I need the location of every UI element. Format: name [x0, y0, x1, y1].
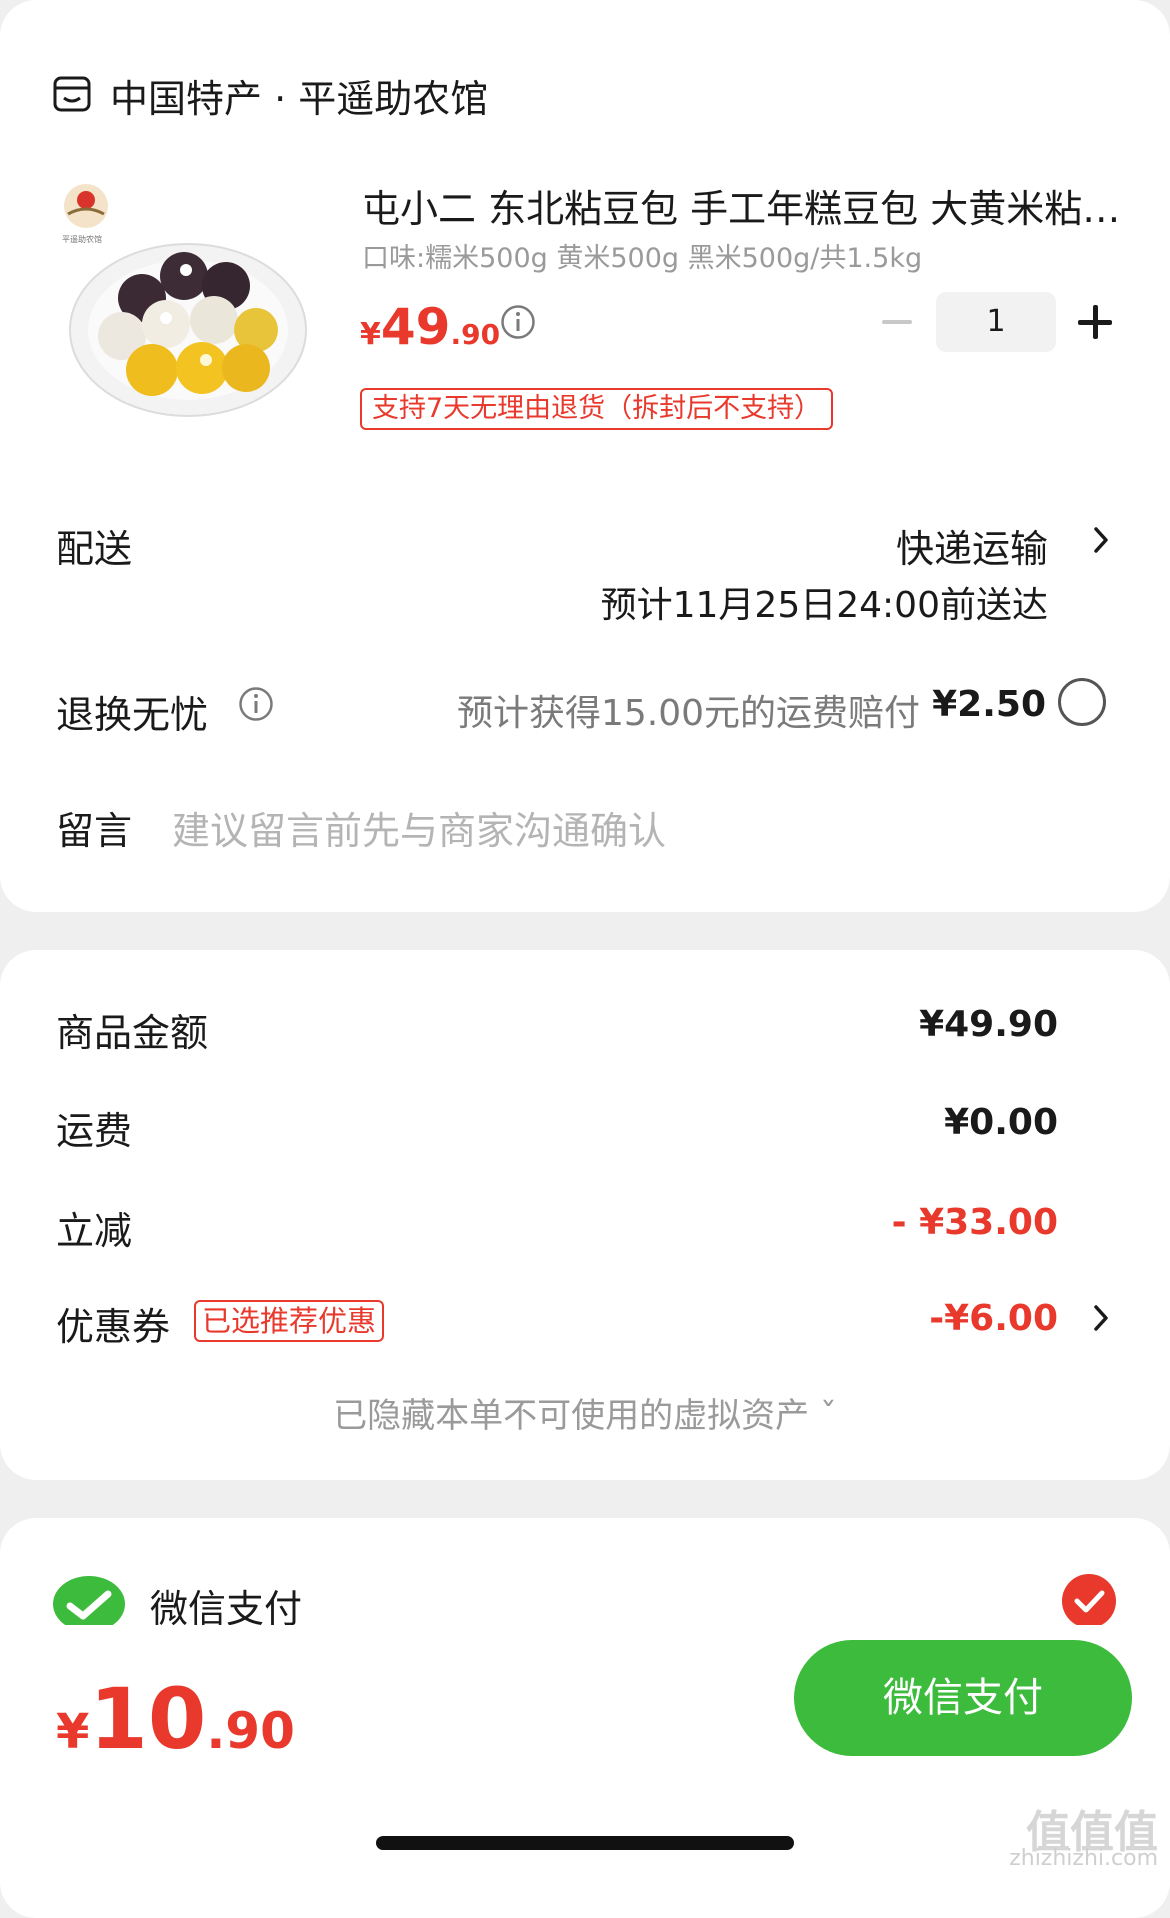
coupon-value[interactable]: -¥6.00 — [929, 1298, 1058, 1339]
discount-value: - ¥33.00 — [891, 1202, 1058, 1243]
shop-name[interactable]: 中国特产 · 平遥助农馆 — [110, 68, 488, 123]
pay-button[interactable]: 微信支付 — [794, 1640, 1132, 1756]
worry-free-label: 退换无忧 — [56, 693, 209, 737]
chevron-right-icon[interactable] — [1092, 1304, 1110, 1332]
worry-free-radio[interactable] — [1058, 678, 1106, 726]
delivery-estimate: 预计11月25日24:00前送达 — [600, 585, 1048, 626]
product-thumbnail[interactable]: 平遥助农馆 — [56, 178, 308, 430]
worry-free-price: ¥2.50 — [932, 684, 1046, 725]
checkmark-icon[interactable] — [1062, 1574, 1116, 1628]
total-price: ¥10.90 — [56, 1670, 295, 1768]
price-info-icon[interactable] — [500, 304, 536, 340]
return-policy-tag: 支持7天无理由退货（拆封后不支持） — [360, 388, 834, 430]
delivery-label: 配送 — [56, 527, 133, 571]
discount-label: 立减 — [56, 1209, 133, 1253]
product-spec[interactable]: 口味:糯米500g 黄米500g 黑米500g/共1.5kg — [362, 236, 922, 275]
message-input[interactable]: 建议留言前先与商家沟通确认 — [172, 800, 666, 855]
worry-free-info-icon[interactable] — [238, 686, 274, 722]
order-item-card: 中国特产 · 平遥助农馆 平遥助农馆 屯小二 东北粘豆包 手工年糕豆包 大黄米粘… — [0, 0, 1170, 912]
goods-amount-label: 商品金额 — [56, 1011, 209, 1055]
coupon-label: 优惠券 — [56, 1305, 171, 1349]
chevron-right-icon[interactable] — [1092, 526, 1110, 554]
quantity-field[interactable]: 1 — [936, 292, 1056, 352]
worry-free-description: 预计获得15.00元的运费赔付 — [456, 693, 920, 734]
watermark-url: zhizhizhi.com — [1009, 1846, 1158, 1871]
shipping-value: ¥0.00 — [944, 1102, 1058, 1143]
product-title[interactable]: 屯小二 东北粘豆包 手工年糕豆包 大黄米粘豆包 — [362, 178, 1122, 233]
home-indicator[interactable] — [376, 1836, 794, 1850]
message-label: 留言 — [56, 809, 133, 853]
svg-text:平遥助农馆: 平遥助农馆 — [62, 234, 102, 244]
wechat-pay-icon — [53, 1576, 125, 1630]
shipping-label: 运费 — [56, 1109, 133, 1153]
hidden-assets-toggle[interactable]: 已隐藏本单不可使用的虚拟资产 ˇ — [0, 1388, 1170, 1437]
goods-amount-value: ¥49.90 — [919, 1004, 1058, 1045]
coupon-tag[interactable]: 已选推荐优惠 — [194, 1300, 385, 1342]
increase-quantity-button[interactable] — [1078, 305, 1112, 339]
delivery-method[interactable]: 快递运输 — [896, 518, 1048, 573]
product-price: ¥49.90 — [360, 298, 501, 356]
decrease-quantity-button[interactable] — [882, 320, 912, 324]
shop-icon — [53, 76, 91, 112]
